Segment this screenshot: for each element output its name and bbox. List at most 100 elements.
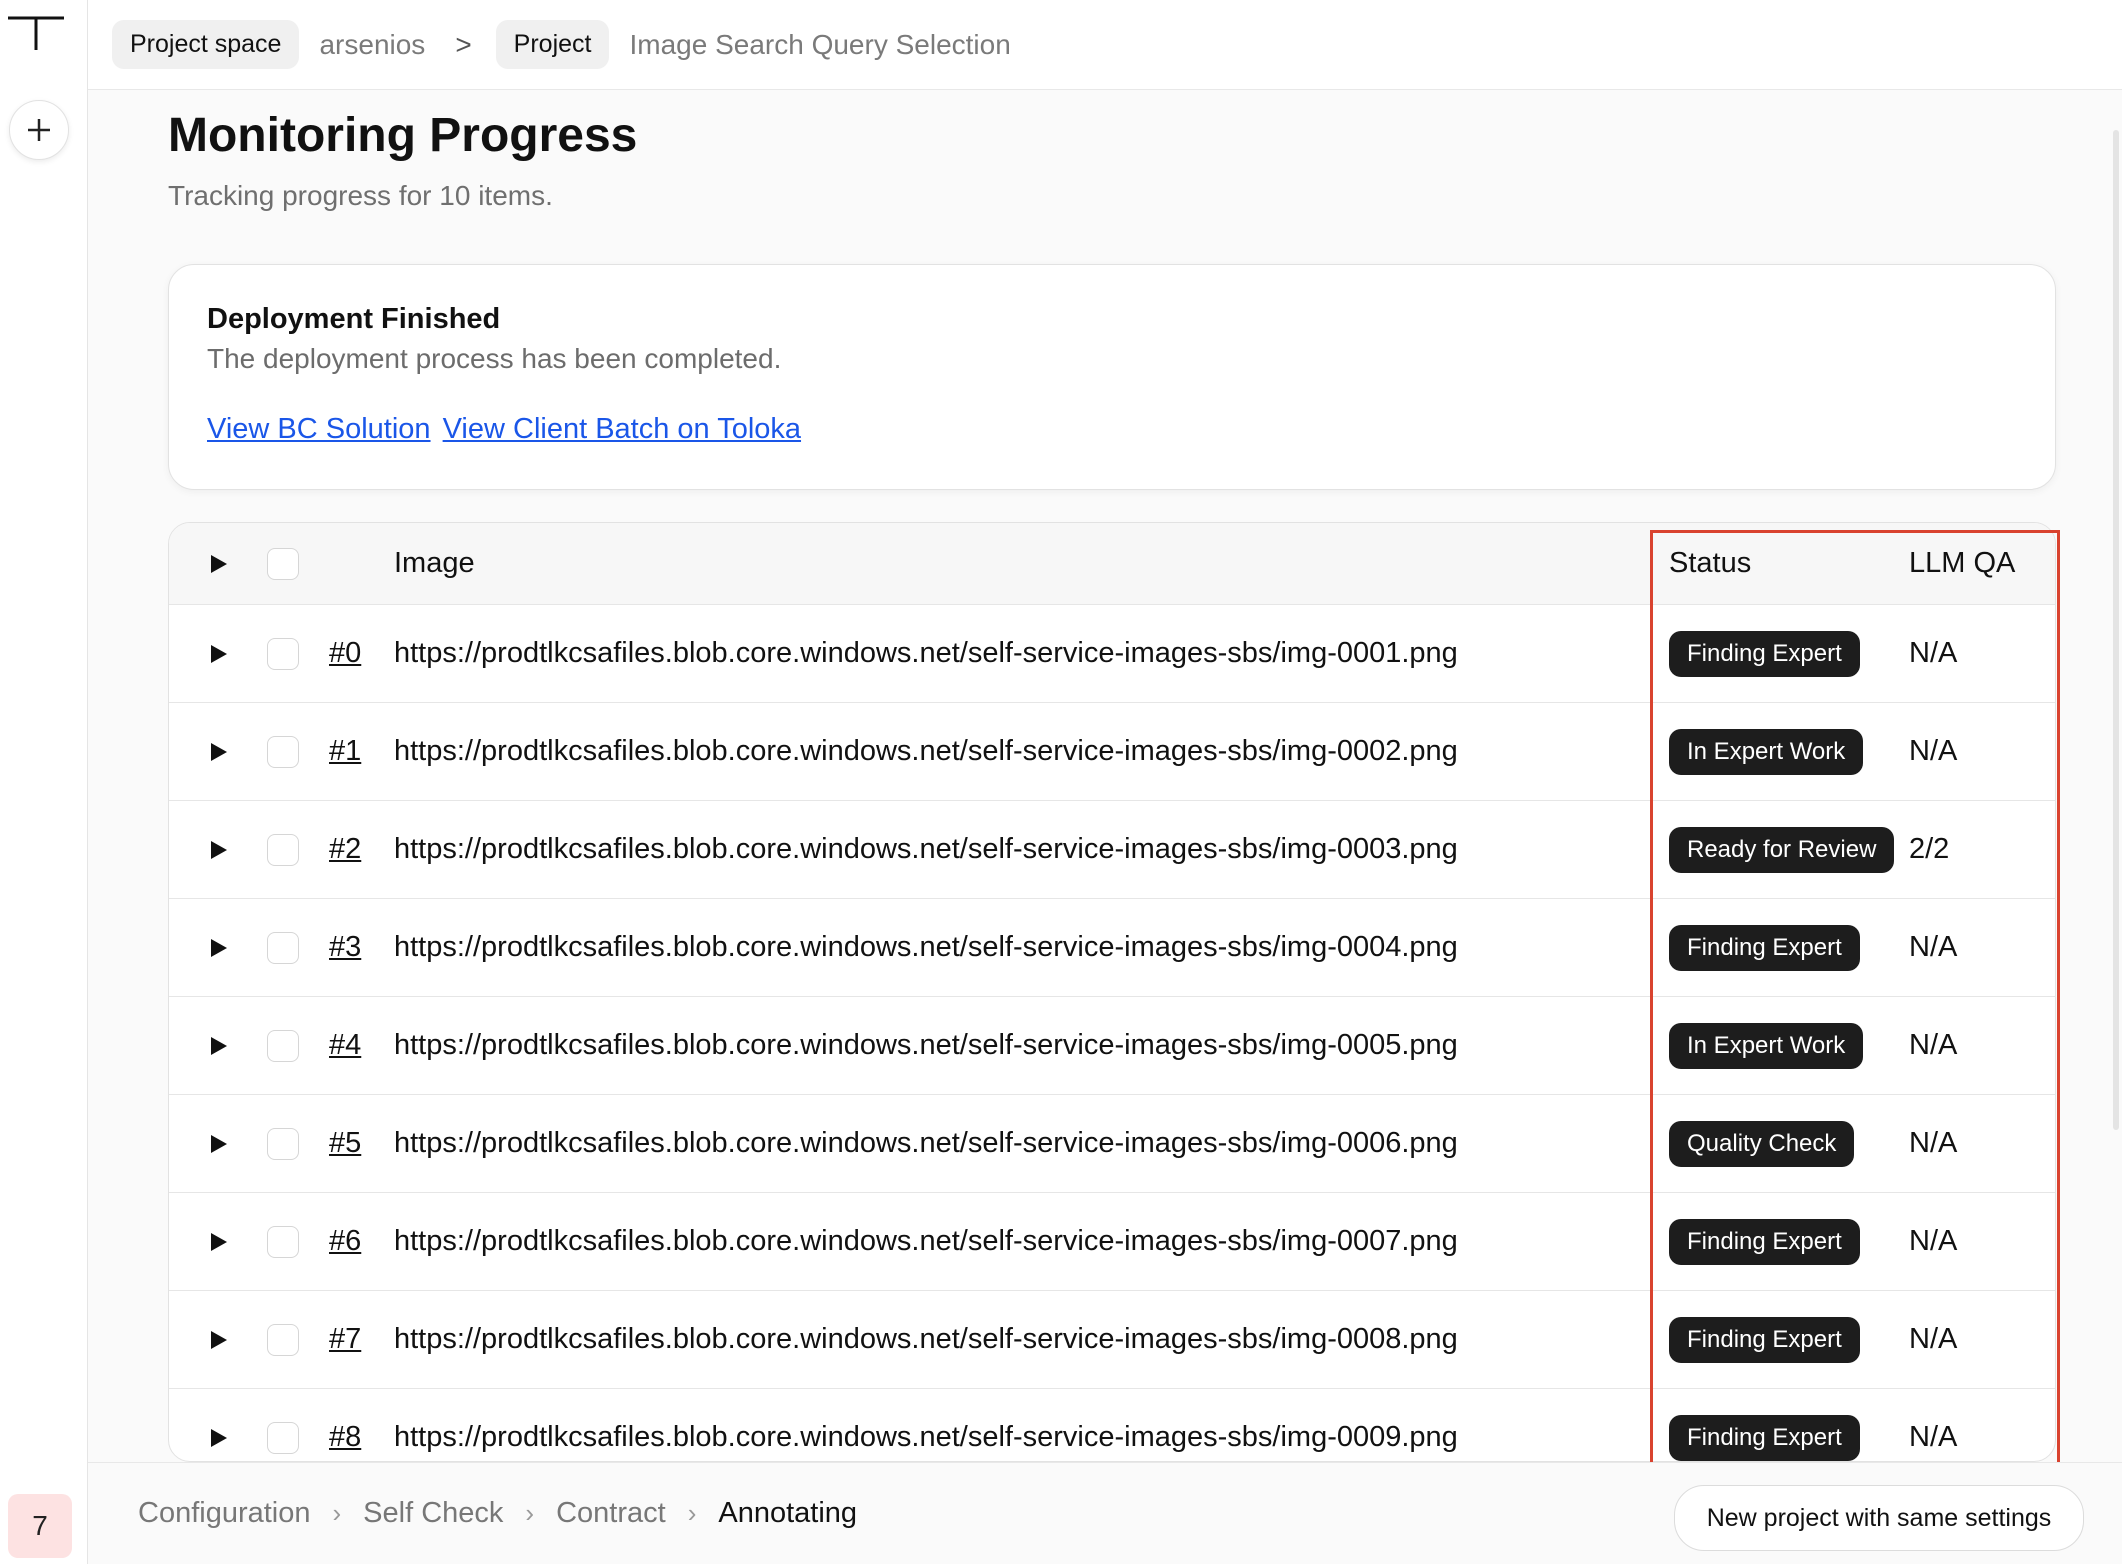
play-triangle-icon: [211, 554, 227, 573]
header-status: Status: [1669, 547, 1752, 579]
toloka-logo-icon[interactable]: [8, 14, 68, 54]
row-index-link[interactable]: #1: [329, 703, 361, 800]
play-triangle-icon: [211, 742, 227, 761]
step-separator: ›: [525, 1498, 535, 1528]
row-checkbox[interactable]: [267, 997, 299, 1094]
status-badge: Quality Check: [1669, 1120, 1855, 1167]
expand-row-toggle[interactable]: [209, 605, 233, 702]
row-status: Finding Expert: [1669, 1291, 1860, 1388]
row-index-link[interactable]: #4: [329, 997, 361, 1094]
row-image-url: https://prodtlkcsafiles.blob.core.window…: [394, 1029, 1458, 1061]
expand-row-toggle[interactable]: [209, 1193, 233, 1290]
row-llm-qa: N/A: [1909, 1323, 1958, 1355]
view-client-batch-link[interactable]: View Client Batch on Toloka: [443, 413, 801, 445]
expand-row-toggle[interactable]: [209, 703, 233, 800]
row-llm-qa: N/A: [1909, 1421, 1958, 1453]
row-status: Finding Expert: [1669, 605, 1860, 702]
table-row[interactable]: #1 https://prodtlkcsafiles.blob.core.wind…: [169, 703, 2055, 801]
status-badge: Finding Expert: [1669, 1316, 1860, 1363]
expand-row-toggle[interactable]: [209, 1389, 233, 1461]
plus-icon: [28, 119, 50, 141]
row-checkbox[interactable]: [267, 899, 299, 996]
left-rail: 7: [0, 0, 88, 1564]
page-scrollbar[interactable]: [2113, 130, 2119, 1130]
view-bc-solution-link[interactable]: View BC Solution: [207, 413, 431, 445]
row-status: In Expert Work: [1669, 703, 1864, 800]
row-checkbox[interactable]: [267, 801, 299, 898]
deployment-title: Deployment Finished: [207, 303, 501, 335]
row-index-link[interactable]: #2: [329, 801, 361, 898]
play-triangle-icon: [211, 644, 227, 663]
play-triangle-icon: [211, 1134, 227, 1153]
play-triangle-icon: [211, 1036, 227, 1055]
row-llm-qa: N/A: [1909, 637, 1958, 669]
breadcrumb-project-space-chip[interactable]: Project space: [112, 20, 300, 69]
deployment-card: Deployment Finished The deployment proce…: [168, 264, 2056, 490]
table-row[interactable]: #4 https://prodtlkcsafiles.blob.core.wind…: [169, 997, 2055, 1095]
row-checkbox[interactable]: [267, 605, 299, 702]
bottom-bar: Configuration › Self Check › Contract › …: [88, 1462, 2122, 1564]
status-badge: Ready for Review: [1669, 826, 1895, 873]
row-index-link[interactable]: #6: [329, 1193, 361, 1290]
row-checkbox[interactable]: [267, 703, 299, 800]
step-contract[interactable]: Contract: [556, 1497, 666, 1530]
select-all-checkbox[interactable]: [267, 523, 299, 604]
step-self-check[interactable]: Self Check: [363, 1497, 503, 1530]
page-title: Monitoring Progress: [168, 109, 638, 162]
table-row[interactable]: #0 https://prodtlkcsafiles.blob.core.wind…: [169, 605, 2055, 703]
header-image: Image: [394, 547, 475, 579]
row-status: Finding Expert: [1669, 899, 1860, 996]
step-annotating[interactable]: Annotating: [718, 1497, 857, 1530]
notification-badge[interactable]: 7: [8, 1494, 72, 1558]
expand-row-toggle[interactable]: [209, 997, 233, 1094]
row-status: In Expert Work: [1669, 997, 1864, 1094]
row-llm-qa: N/A: [1909, 1127, 1958, 1159]
row-llm-qa: N/A: [1909, 1029, 1958, 1061]
row-checkbox[interactable]: [267, 1389, 299, 1461]
status-badge: In Expert Work: [1669, 1022, 1864, 1069]
breadcrumb-project-name[interactable]: Image Search Query Selection: [623, 29, 1016, 61]
expand-row-toggle[interactable]: [209, 1291, 233, 1388]
row-image-url: https://prodtlkcsafiles.blob.core.window…: [394, 1323, 1458, 1355]
table-header-row: Image Status LLM QA: [169, 523, 2055, 605]
play-triangle-icon: [211, 1232, 227, 1251]
table-row[interactable]: #3 https://prodtlkcsafiles.blob.core.wind…: [169, 899, 2055, 997]
table-row[interactable]: #8 https://prodtlkcsafiles.blob.core.wind…: [169, 1389, 2055, 1461]
row-image-url: https://prodtlkcsafiles.blob.core.window…: [394, 735, 1458, 767]
row-index-link[interactable]: #5: [329, 1095, 361, 1192]
step-configuration[interactable]: Configuration: [138, 1497, 311, 1530]
table-row[interactable]: #6 https://prodtlkcsafiles.blob.core.wind…: [169, 1193, 2055, 1291]
table-row[interactable]: #2 https://prodtlkcsafiles.blob.core.wind…: [169, 801, 2055, 899]
step-separator: ›: [687, 1498, 697, 1528]
row-status: Finding Expert: [1669, 1193, 1860, 1290]
items-table: Image Status LLM QA #0 https://prodtlkcsa…: [168, 522, 2056, 1462]
expand-all-toggle[interactable]: [209, 523, 233, 604]
row-index-link[interactable]: #7: [329, 1291, 361, 1388]
row-status: Finding Expert: [1669, 1389, 1860, 1461]
deployment-description: The deployment process has been complete…: [207, 343, 782, 374]
table-row[interactable]: #7 https://prodtlkcsafiles.blob.core.wind…: [169, 1291, 2055, 1389]
row-image-url: https://prodtlkcsafiles.blob.core.window…: [394, 833, 1458, 865]
row-index-link[interactable]: #8: [329, 1389, 361, 1461]
new-project-button[interactable]: New project with same settings: [1674, 1485, 2084, 1551]
row-checkbox[interactable]: [267, 1291, 299, 1388]
row-llm-qa: N/A: [1909, 1225, 1958, 1257]
breadcrumb-space-name[interactable]: arsenios: [313, 29, 431, 61]
play-triangle-icon: [211, 1428, 227, 1447]
workflow-steps: Configuration › Self Check › Contract › …: [138, 1463, 857, 1564]
row-index-link[interactable]: #0: [329, 605, 361, 702]
expand-row-toggle[interactable]: [209, 801, 233, 898]
play-triangle-icon: [211, 938, 227, 957]
row-checkbox[interactable]: [267, 1095, 299, 1192]
row-checkbox[interactable]: [267, 1193, 299, 1290]
expand-row-toggle[interactable]: [209, 1095, 233, 1192]
breadcrumb-project-chip[interactable]: Project: [495, 20, 610, 69]
row-image-url: https://prodtlkcsafiles.blob.core.window…: [394, 931, 1458, 963]
status-badge: Finding Expert: [1669, 924, 1860, 971]
expand-row-toggle[interactable]: [209, 899, 233, 996]
table-row[interactable]: #5 https://prodtlkcsafiles.blob.core.wind…: [169, 1095, 2055, 1193]
status-badge: Finding Expert: [1669, 630, 1860, 677]
row-llm-qa: 2/2: [1909, 833, 1950, 865]
row-index-link[interactable]: #3: [329, 899, 361, 996]
add-button[interactable]: [9, 100, 69, 160]
